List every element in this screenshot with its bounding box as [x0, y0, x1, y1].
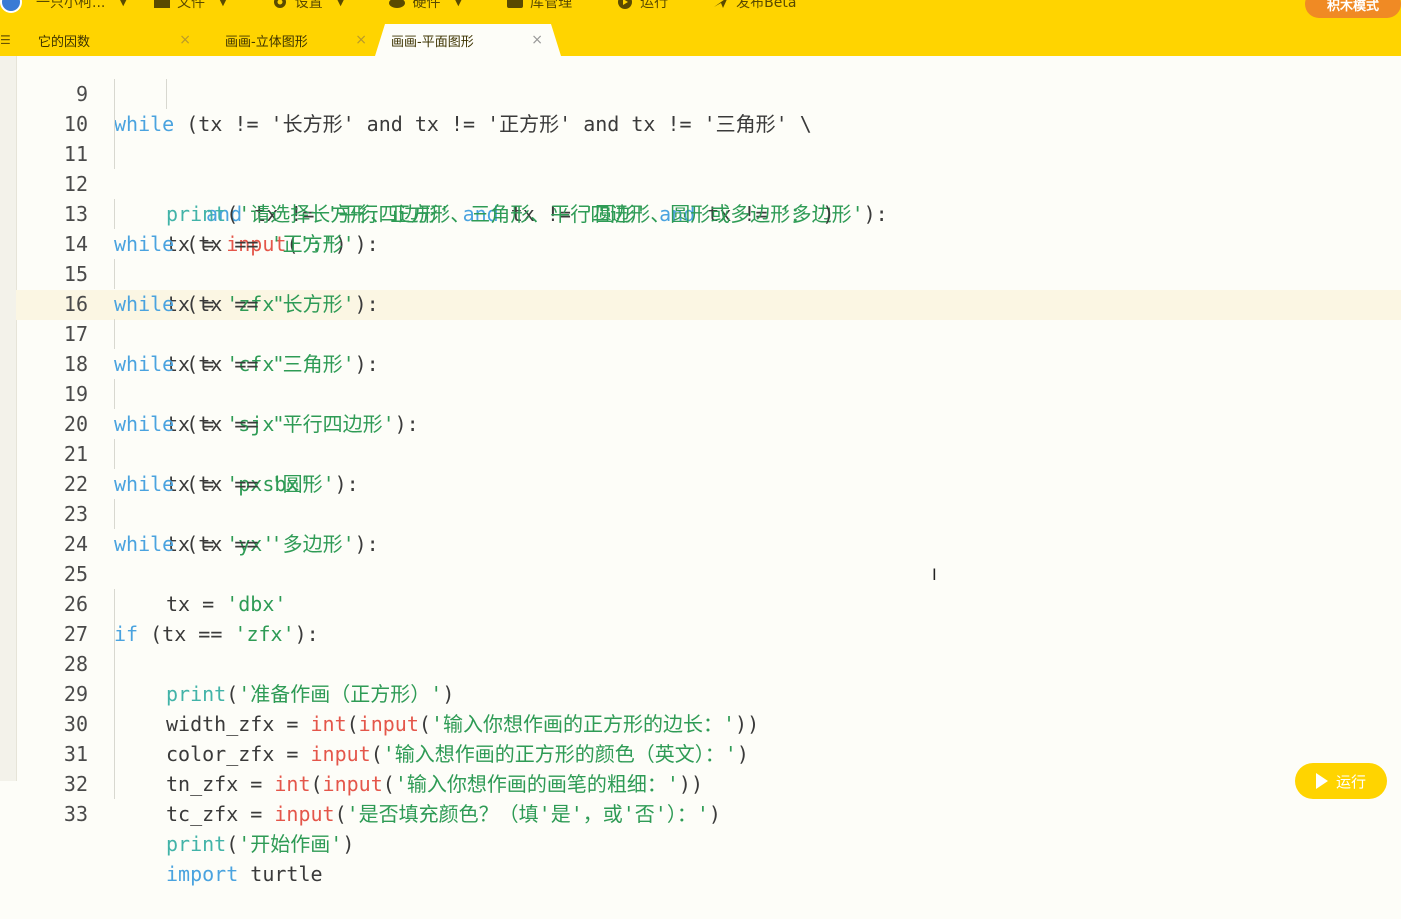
code-line: 28 width_zfx = int(input('输入你想作画的正方形的边长：… — [0, 619, 1401, 736]
chevron-down-icon: ▼ — [454, 0, 463, 8]
indent-guide — [114, 319, 115, 349]
code-line: 16 tx = 'cfx' — [0, 259, 1401, 376]
block-mode-label: 积木模式 — [1326, 0, 1379, 14]
indent-guide — [114, 379, 115, 409]
top-toolbar: 一只小柯... ▼ 文件 ▼ 设置 ▼ 硬件 ▼ 库管理 运行 发布Beta 积… — [0, 0, 1401, 56]
code-fragment: tc_zfx = — [166, 802, 275, 826]
app-logo-icon — [0, 0, 22, 13]
code-line: 31 tc_zfx = input('是否填充颜色？（填'是'，或'否'）：') — [0, 709, 1401, 826]
menu-settings[interactable]: 设置 ▼ — [271, 0, 345, 12]
code-line: 30 tn_zfx = int(input('输入你想作画的画笔的粗细：')) — [0, 679, 1401, 796]
code-line: 12 tx = input(':') — [0, 139, 1401, 256]
code-fragment: turtle — [238, 862, 323, 886]
string-literal: '开始作画' — [238, 832, 343, 856]
code-text: import turtle — [166, 859, 323, 889]
app-menu[interactable]: 一只小柯... ▼ — [0, 0, 127, 13]
code-line: 17 while (tx == '三角形'): — [0, 289, 1401, 376]
indent-guide — [114, 649, 115, 679]
code-line: 23 while (tx == '多边形'): — [0, 469, 1401, 556]
gear-icon — [273, 0, 286, 8]
publish-icon — [714, 0, 727, 8]
indent-guide — [114, 589, 115, 619]
block-mode-button[interactable]: 积木模式 — [1305, 0, 1401, 18]
code-line: 26 if (tx == 'zfx'): — [0, 559, 1401, 646]
code-fragment: ) — [342, 832, 355, 856]
menu-bar: 一只小柯... ▼ 文件 ▼ 设置 ▼ 硬件 ▼ 库管理 运行 发布Beta — [0, 0, 840, 13]
menu-settings-label: 设置 — [294, 0, 323, 11]
code-text: print('开始作画') — [166, 829, 354, 859]
close-icon[interactable]: × — [531, 32, 543, 48]
code-line: 9 while (tx != '长方形' and tx != '正方形' and… — [0, 49, 1401, 136]
builtin-function: input — [274, 802, 335, 826]
play-icon — [1315, 773, 1328, 789]
library-icon — [507, 0, 524, 8]
code-area[interactable]: 9 while (tx != '长方形' and tx != '正方形' and… — [0, 49, 1401, 886]
code-line: 11 print('请选择长方形、正方形、三角形、平行四边形、圆形或多边形：') — [0, 109, 1401, 226]
tab-label: 它的因数 — [38, 34, 91, 50]
menu-file[interactable]: 文件 ▼ — [153, 0, 227, 12]
code-line: 20 tx = 'pxsbx' — [0, 379, 1401, 496]
code-line: 33 import turtle — [0, 769, 1401, 886]
code-line: 14 tx = 'zfx' — [0, 199, 1401, 316]
tab-label: 画画-平面图形 — [391, 34, 474, 50]
indent-guide — [114, 199, 115, 229]
code-text: tc_zfx = input('是否填充颜色？（填'是'，或'否'）：') — [166, 799, 721, 829]
code-editor[interactable]: 9 while (tx != '长方形' and tx != '正方形' and… — [0, 56, 1401, 886]
menu-publish[interactable]: 发布Beta — [712, 0, 796, 12]
builtin-print: print — [166, 832, 227, 856]
indent-guide — [114, 739, 115, 769]
play-icon — [618, 0, 633, 9]
string-literal: '是否填充颜色？（填'是'，或'否'）：' — [346, 802, 709, 826]
chevron-down-icon: ▼ — [336, 0, 345, 8]
indent-guide — [166, 79, 167, 109]
code-line: 10 and tx != '平行四边形' and tx != '圆形' and … — [0, 79, 1401, 226]
menu-run-label: 运行 — [640, 0, 669, 11]
code-line: 25 — [0, 529, 1401, 586]
code-line: 22 tx = 'yx' — [0, 439, 1401, 556]
text-cursor-icon: I — [932, 565, 937, 584]
code-fragment: ( — [334, 802, 347, 826]
menu-publish-label: 发布Beta — [736, 0, 797, 11]
indent-guide — [114, 709, 115, 739]
menu-library-label: 库管理 — [530, 0, 573, 11]
menu-run[interactable]: 运行 — [616, 0, 668, 12]
hardware-icon — [389, 0, 406, 8]
code-line: 27 print('准备作画（正方形）') — [0, 589, 1401, 706]
menu-hardware-label: 硬件 — [412, 0, 441, 11]
run-button-label: 运行 — [1335, 772, 1366, 791]
indent-guide — [114, 769, 115, 799]
indent-guide — [114, 139, 115, 169]
code-line: 13 while (tx == '正方形'): — [0, 169, 1401, 256]
run-button[interactable]: 运行 — [1295, 763, 1387, 799]
code-line: 24 tx = 'dbx' — [0, 499, 1401, 616]
code-line: 32 print('开始作画') — [0, 739, 1401, 856]
tab-label: 画画-立体图形 — [225, 34, 308, 50]
menu-hardware[interactable]: 硬件 ▼ — [388, 0, 462, 12]
code-line: 21 while (tx == '圆形'): — [0, 409, 1401, 496]
chevron-down-icon: ▼ — [219, 0, 227, 8]
keyword: import — [166, 862, 239, 886]
line-number: 33 — [63, 802, 88, 826]
indent-guide — [114, 679, 115, 709]
code-fragment: ) — [708, 802, 721, 826]
menu-library[interactable]: 库管理 — [506, 0, 572, 12]
code-line: 29 color_zfx = input('输入想作画的正方形的颜色（英文）：'… — [0, 649, 1401, 766]
indent-guide — [114, 109, 115, 139]
indent-guide — [114, 499, 115, 529]
close-icon[interactable]: × — [179, 32, 191, 48]
folder-icon — [154, 0, 171, 8]
indent-guide — [114, 439, 115, 469]
app-name: 一只小柯... — [36, 0, 106, 11]
close-icon[interactable]: × — [355, 32, 367, 48]
code-line: 19 while (tx == '平行四边形'): — [0, 349, 1401, 436]
code-fragment: ( — [226, 832, 239, 856]
indent-guide — [114, 79, 115, 109]
code-line: 15 while (tx == '长方形'): — [0, 229, 1401, 316]
indent-guide — [114, 259, 115, 289]
code-line: 18 tx = 'sjx' — [0, 319, 1401, 436]
indent-guide — [114, 619, 115, 649]
menu-file-label: 文件 — [177, 0, 206, 11]
chevron-down-icon: ▼ — [119, 0, 128, 8]
